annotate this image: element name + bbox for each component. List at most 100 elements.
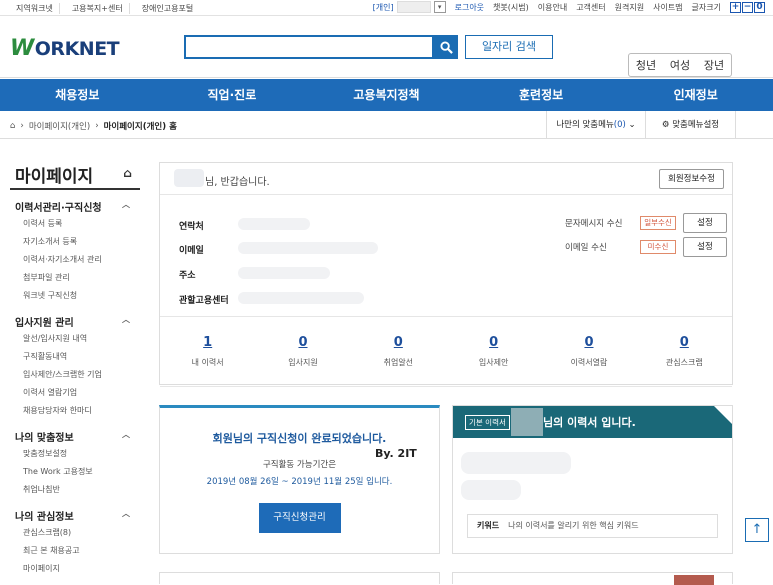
sidebar-item[interactable]: 첨부파일 관리 (10, 269, 140, 287)
stat-resume-views[interactable]: 0 이력서열람 (541, 335, 636, 386)
search-icon (439, 40, 453, 54)
sidebar-section-header[interactable]: 입사지원 관리 ︿ (10, 314, 140, 330)
resume-card-header: 기본 이력서 님의 이력서 입니다. (453, 406, 732, 438)
chevron-up-icon[interactable]: ︿ (122, 508, 130, 519)
stat-applications[interactable]: 0 입사지원 (255, 335, 350, 386)
stat-number[interactable]: 0 (255, 335, 350, 353)
home-icon[interactable]: ⌂ (10, 121, 15, 131)
stat-number[interactable]: 0 (541, 335, 636, 353)
link-regional-worknet[interactable]: 지역워크넷 (10, 3, 60, 14)
link-employment-center[interactable]: 고용복지+센터 (66, 3, 130, 14)
sidebar-item[interactable]: 취업나침반 (10, 481, 140, 499)
stat-placement[interactable]: 0 취업알선 (351, 335, 446, 386)
nav-talent[interactable]: 인재정보 (618, 79, 773, 111)
sidebar-item[interactable]: 이력서 열람기업 (10, 384, 140, 402)
corner-fold (714, 406, 732, 424)
sidebar-section-header[interactable]: 나의 맞춤정보 ︿ (10, 429, 140, 445)
user-type-label: [개인] (372, 2, 394, 12)
nav-job-info[interactable]: 채용정보 (0, 79, 155, 111)
nav-training[interactable]: 훈련정보 (464, 79, 619, 111)
logo-w-mark: W (10, 36, 34, 61)
email-status-badge: 미수신 (640, 240, 676, 254)
sidebar-item[interactable]: 관심스크랩(8) (10, 524, 140, 542)
stat-number[interactable]: 0 (446, 335, 541, 353)
sidebar-item[interactable]: 구직활동내역 (10, 348, 140, 366)
section-title: 입사지원 관리 (15, 318, 74, 329)
keyword-label: 키워드 (477, 521, 500, 530)
remote-support-link[interactable]: 원격지원 (615, 2, 644, 13)
sidebar-item[interactable]: 이력서·자기소개서 관리 (10, 251, 140, 269)
user-type-selector[interactable]: [개인] ▾ (373, 1, 446, 13)
sidebar-item[interactable]: 채용담당자와 한마디 (10, 402, 140, 420)
guide-link[interactable]: 이용안내 (538, 2, 567, 13)
contact-value-masked (238, 218, 310, 230)
sidebar-item[interactable]: 최근 본 채용공고 (10, 542, 140, 560)
menu-settings-button[interactable]: ⚙ 맞춤메뉴설정 (646, 111, 736, 139)
keyword-field[interactable]: 키워드 나의 이력서를 알리기 위한 핵심 키워드 (467, 514, 718, 538)
sidebar-section-header[interactable]: 이력서관리·구직신청 ︿ (10, 199, 140, 215)
font-increase-button[interactable]: + (730, 1, 741, 13)
stat-offers[interactable]: 0 입사제안 (446, 335, 541, 386)
search-button[interactable] (434, 35, 458, 59)
customer-center-link[interactable]: 고객센터 (576, 2, 605, 13)
nav-welfare-policy[interactable]: 고용복지정책 (309, 79, 464, 111)
stat-number[interactable]: 0 (637, 335, 732, 353)
nav-career[interactable]: 직업·진로 (155, 79, 310, 111)
breadcrumb-mypage[interactable]: 마이페이지(개인) (29, 120, 90, 132)
stat-scraps[interactable]: 0 관심스크랩 (637, 335, 732, 386)
my-menu-dropdown[interactable]: 나만의 맞춤메뉴(0) ⌄ (546, 111, 646, 139)
sidebar-item[interactable]: 워크넷 구직신청 (10, 287, 140, 305)
activity-stats: 1 내 이력서 0 입사지원 0 취업알선 0 입사제안 0 이력서열람 0 관심스크랩 (160, 317, 732, 387)
sidebar-item[interactable]: 입사제안/스크랩한 기업 (10, 366, 140, 384)
breadcrumb-current: 마이페이지(개인) 홈 (103, 122, 177, 132)
user-name-field (396, 1, 431, 13)
chatbot-link[interactable]: 챗봇(시범) (493, 2, 529, 13)
stat-number[interactable]: 1 (160, 335, 255, 353)
chevron-up-icon[interactable]: ︿ (122, 314, 130, 325)
section-title: 나의 관심정보 (15, 512, 74, 523)
sidebar-section-header[interactable]: 나의 관심정보 ︿ (10, 508, 140, 524)
email-receive-label: 이메일 수신 (565, 243, 607, 253)
sms-setting-button[interactable]: 설정 (683, 213, 727, 233)
sidebar-item[interactable]: 맞춤정보설정 (10, 445, 140, 463)
period-value: 2019년 08월 26일 ~ 2019년 11월 25일 입니다. (206, 477, 393, 487)
employment-center-label: 관할고용센터 (179, 296, 229, 306)
home-icon[interactable]: ⌂ (123, 166, 132, 180)
scroll-top-button[interactable]: ↑ (745, 518, 769, 542)
stat-my-resume[interactable]: 1 내 이력서 (160, 335, 255, 386)
profile-info: 연락처 이메일 주소 관할고용센터 문자메시지 수신 일부수신 설정 이메일 수… (160, 195, 732, 317)
worknet-logo[interactable]: W ORKNET (10, 36, 120, 61)
sidebar-item[interactable]: 자기소개서 등록 (10, 233, 140, 251)
next-panel-left (159, 572, 440, 584)
persona-youth[interactable]: 청년 (636, 57, 656, 73)
section-title: 나의 맞춤정보 (15, 433, 74, 444)
email-label: 이메일 (179, 246, 204, 256)
sidebar-title-text: 마이페이지 (15, 167, 94, 187)
chevron-up-icon[interactable]: ︿ (122, 199, 130, 210)
manage-application-button[interactable]: 구직신청관리 (258, 503, 341, 533)
link-disability-portal[interactable]: 장애인고용포털 (136, 3, 200, 14)
job-search-button[interactable]: 일자리 검색 (465, 35, 553, 59)
application-complete-title: 회원님의 구직신청이 완료되었습니다. (212, 432, 387, 445)
stat-number[interactable]: 0 (351, 335, 446, 353)
persona-senior[interactable]: 장년 (704, 57, 724, 73)
sidebar-item[interactable]: The Work 고용정보 (10, 463, 140, 481)
sitemap-link[interactable]: 사이트맵 (653, 2, 682, 13)
logout-link[interactable]: 로그아웃 (455, 2, 484, 13)
font-decrease-button[interactable]: − (742, 1, 753, 13)
persona-women[interactable]: 여성 (670, 57, 690, 73)
sidebar: 마이페이지 ⌂ 이력서관리·구직신청 ︿ 이력서 등록 자기소개서 등록 이력서·… (10, 162, 140, 578)
default-resume-tag: 기본 이력서 (465, 415, 510, 430)
font-reset-button[interactable]: 0 (754, 1, 765, 13)
email-setting-button[interactable]: 설정 (683, 237, 727, 257)
sidebar-item[interactable]: 마이페이지 (10, 560, 140, 578)
chevron-down-icon[interactable]: ▾ (433, 1, 446, 13)
sidebar-item[interactable]: 알선/입사지원 내역 (10, 330, 140, 348)
site-header: W ORKNET 일자리 검색 청년 여성 장년 (0, 16, 773, 78)
edit-profile-button[interactable]: 회원정보수정 (659, 169, 724, 189)
chevron-up-icon[interactable]: ︿ (122, 429, 130, 440)
keyword-placeholder: 나의 이력서를 알리기 위한 핵심 키워드 (508, 521, 639, 530)
search-input[interactable] (184, 35, 434, 59)
sidebar-item[interactable]: 이력서 등록 (10, 215, 140, 233)
address-label: 주소 (179, 271, 196, 281)
